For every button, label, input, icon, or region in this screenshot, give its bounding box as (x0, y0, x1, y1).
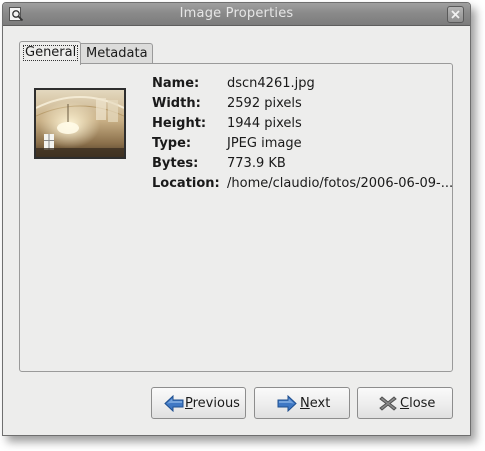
tab-metadata-label: Metadata (86, 46, 148, 61)
previous-button-label: Previous (185, 396, 240, 411)
title-bar[interactable]: Image Properties (3, 3, 470, 26)
property-label: Location: (152, 176, 220, 191)
property-label: Bytes: (152, 156, 199, 171)
property-label: Width: (152, 96, 201, 111)
property-value: 773.9 KB (227, 156, 286, 171)
close-button[interactable]: Close (357, 387, 453, 419)
window-close-button[interactable] (447, 6, 464, 23)
property-value: JPEG image (227, 136, 302, 151)
property-label: Type: (152, 136, 192, 151)
arrow-left-icon (164, 395, 184, 412)
property-label: Height: (152, 116, 207, 131)
property-value: /home/claudio/fotos/2006-06-09-... (227, 176, 454, 191)
image-properties-dialog: Image Properties General Metadata Name: … (2, 2, 471, 436)
next-button-label: Next (300, 396, 331, 411)
property-value: 1944 pixels (227, 116, 302, 131)
image-thumbnail (34, 88, 126, 159)
property-value: 2592 pixels (227, 96, 302, 111)
previous-button[interactable]: Previous (151, 387, 246, 419)
property-value: dscn4261.jpg (227, 76, 315, 91)
general-panel: Name: dscn4261.jpg Width: 2592 pixels He… (19, 63, 453, 372)
close-button-label: Close (400, 396, 436, 411)
tab-general-label: General (23, 45, 79, 61)
window-title: Image Properties (179, 6, 294, 21)
tab-metadata[interactable]: Metadata (81, 43, 153, 63)
close-icon (451, 10, 460, 19)
arrow-right-icon (277, 395, 297, 412)
thumbnail-picture (36, 90, 124, 157)
tab-general[interactable]: General (19, 41, 81, 65)
property-label: Name: (152, 76, 200, 91)
next-button[interactable]: Next (254, 387, 350, 419)
close-x-icon (379, 396, 397, 411)
